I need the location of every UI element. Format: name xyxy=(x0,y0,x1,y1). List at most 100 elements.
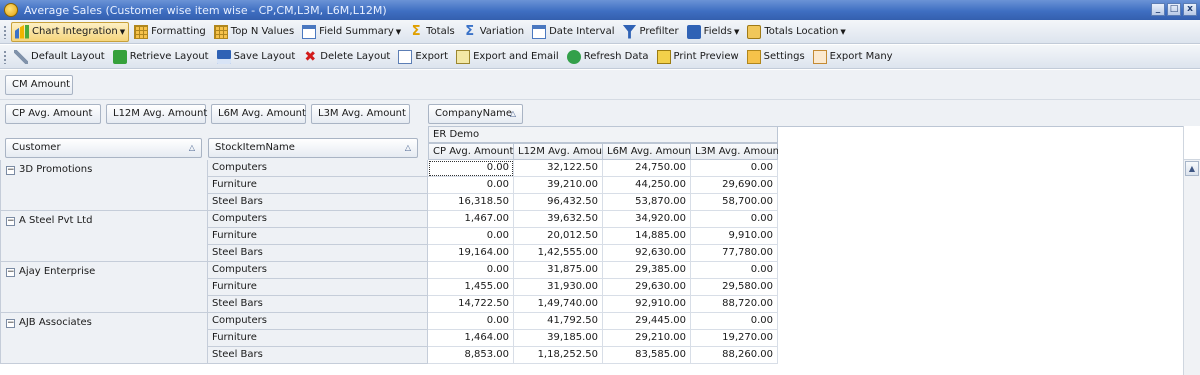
value-cell[interactable]: 0.00 xyxy=(428,160,514,177)
stock-item-cell[interactable]: Computers xyxy=(208,262,428,279)
stock-item-cell[interactable]: Steel Bars xyxy=(208,245,428,262)
value-cell[interactable]: 39,210.00 xyxy=(514,177,603,194)
value-cell[interactable]: 24,750.00 xyxy=(603,160,691,177)
value-cell[interactable]: 34,920.00 xyxy=(603,211,691,228)
row-field-customer[interactable]: Customer △ xyxy=(5,138,202,158)
data-field-l12m-avg[interactable]: L12M Avg. Amount xyxy=(106,104,207,124)
stock-item-cell[interactable]: Furniture xyxy=(208,279,428,296)
value-cell[interactable]: 1,464.00 xyxy=(428,330,514,347)
value-cell[interactable]: 0.00 xyxy=(691,160,778,177)
value-cell[interactable]: 44,250.00 xyxy=(603,177,691,194)
value-cell[interactable]: 1,49,740.00 xyxy=(514,296,603,313)
value-cell[interactable]: 29,445.00 xyxy=(603,313,691,330)
stock-item-cell[interactable]: Steel Bars xyxy=(208,194,428,211)
print-preview-button[interactable]: Print Preview xyxy=(654,47,742,67)
stock-item-cell[interactable]: Steel Bars xyxy=(208,296,428,313)
customer-cell[interactable]: − A Steel Pvt Ltd xyxy=(0,211,208,262)
value-cell[interactable]: 0.00 xyxy=(428,177,514,194)
stock-item-cell[interactable]: Furniture xyxy=(208,228,428,245)
value-cell[interactable]: 9,910.00 xyxy=(691,228,778,245)
close-button[interactable]: x xyxy=(1183,3,1197,16)
company-column-header[interactable]: ER Demo xyxy=(428,126,778,143)
settings-button[interactable]: Settings xyxy=(744,47,808,67)
refresh-data-button[interactable]: Refresh Data xyxy=(564,47,652,67)
value-cell[interactable]: 88,720.00 xyxy=(691,296,778,313)
value-cell[interactable]: 39,185.00 xyxy=(514,330,603,347)
value-cell[interactable]: 0.00 xyxy=(428,313,514,330)
filter-field-cm-amount[interactable]: CM Amount xyxy=(5,75,73,95)
row-field-stockitemname[interactable]: StockItemName △ xyxy=(208,138,418,158)
value-cell[interactable]: 92,910.00 xyxy=(603,296,691,313)
value-header-cp-avg[interactable]: CP Avg. Amount xyxy=(428,143,514,160)
stock-item-cell[interactable]: Furniture xyxy=(208,177,428,194)
value-cell[interactable]: 0.00 xyxy=(691,313,778,330)
value-cell[interactable]: 14,885.00 xyxy=(603,228,691,245)
value-cell[interactable]: 1,18,252.50 xyxy=(514,347,603,364)
value-cell[interactable]: 88,260.00 xyxy=(691,347,778,364)
column-field-companyname[interactable]: CompanyName △ xyxy=(428,104,523,124)
date-interval-button[interactable]: Date Interval xyxy=(529,22,617,42)
stock-item-cell[interactable]: Computers xyxy=(208,160,428,177)
customer-cell[interactable]: − AJB Associates xyxy=(0,313,208,364)
value-cell[interactable]: 77,780.00 xyxy=(691,245,778,262)
stock-item-cell[interactable]: Furniture xyxy=(208,330,428,347)
value-cell[interactable]: 29,385.00 xyxy=(603,262,691,279)
value-cell[interactable]: 32,122.50 xyxy=(514,160,603,177)
export-and-email-button[interactable]: Export and Email xyxy=(453,47,562,67)
toolbar-grip[interactable] xyxy=(3,49,7,64)
data-field-cp-avg[interactable]: CP Avg. Amount xyxy=(5,104,101,124)
value-cell[interactable]: 0.00 xyxy=(691,211,778,228)
stock-item-cell[interactable]: Computers xyxy=(208,211,428,228)
value-cell[interactable]: 1,467.00 xyxy=(428,211,514,228)
value-cell[interactable]: 19,270.00 xyxy=(691,330,778,347)
scroll-up-icon[interactable]: ▲ xyxy=(1185,161,1199,176)
collapse-icon[interactable]: − xyxy=(6,268,15,277)
value-cell[interactable]: 96,432.50 xyxy=(514,194,603,211)
minimize-button[interactable]: _ xyxy=(1151,3,1165,16)
value-cell[interactable]: 14,722.50 xyxy=(428,296,514,313)
export-many-button[interactable]: Export Many xyxy=(810,47,896,67)
stock-item-cell[interactable]: Computers xyxy=(208,313,428,330)
prefilter-button[interactable]: Prefilter xyxy=(620,22,682,42)
value-cell[interactable]: 0.00 xyxy=(428,228,514,245)
customer-cell[interactable]: − Ajay Enterprise xyxy=(0,262,208,313)
value-cell[interactable]: 0.00 xyxy=(428,262,514,279)
save-layout-button[interactable]: Save Layout xyxy=(214,47,299,67)
value-cell[interactable]: 58,700.00 xyxy=(691,194,778,211)
data-field-l6m-avg[interactable]: L6M Avg. Amount xyxy=(211,104,306,124)
formatting-button[interactable]: Formatting xyxy=(131,22,209,42)
totals-location-button[interactable]: Totals Location ▼ xyxy=(744,22,848,42)
value-cell[interactable]: 0.00 xyxy=(691,262,778,279)
value-cell[interactable]: 83,585.00 xyxy=(603,347,691,364)
variation-button[interactable]: Σ Variation xyxy=(460,22,527,42)
collapse-icon[interactable]: − xyxy=(6,217,15,226)
customer-cell[interactable]: −3D Promotions xyxy=(0,160,208,211)
value-header-l6m-avg[interactable]: L6M Avg. Amount xyxy=(603,143,695,160)
vertical-scrollbar[interactable]: ▲ xyxy=(1183,126,1200,375)
collapse-icon[interactable]: − xyxy=(6,166,15,175)
totals-button[interactable]: Σ Totals xyxy=(406,22,458,42)
value-cell[interactable]: 16,318.50 xyxy=(428,194,514,211)
value-cell[interactable]: 1,42,555.00 xyxy=(514,245,603,262)
value-cell[interactable]: 39,632.50 xyxy=(514,211,603,228)
maximize-button[interactable]: □ xyxy=(1167,3,1181,16)
value-cell[interactable]: 53,870.00 xyxy=(603,194,691,211)
value-cell[interactable]: 8,853.00 xyxy=(428,347,514,364)
value-cell[interactable]: 20,012.50 xyxy=(514,228,603,245)
stock-item-cell[interactable]: Steel Bars xyxy=(208,347,428,364)
default-layout-button[interactable]: Default Layout xyxy=(11,47,108,67)
value-cell[interactable]: 29,210.00 xyxy=(603,330,691,347)
value-cell[interactable]: 41,792.50 xyxy=(514,313,603,330)
fields-button[interactable]: Fields ▼ xyxy=(684,22,743,42)
value-cell[interactable]: 29,580.00 xyxy=(691,279,778,296)
delete-layout-button[interactable]: ✖ Delete Layout xyxy=(300,47,393,67)
value-cell[interactable]: 31,930.00 xyxy=(514,279,603,296)
value-cell[interactable]: 31,875.00 xyxy=(514,262,603,279)
retrieve-layout-button[interactable]: Retrieve Layout xyxy=(110,47,212,67)
chart-integration-button[interactable]: Chart Integration ▼ xyxy=(11,21,130,42)
field-summary-button[interactable]: Field Summary ▼ xyxy=(299,22,404,42)
value-cell[interactable]: 19,164.00 xyxy=(428,245,514,262)
data-field-l3m-avg[interactable]: L3M Avg. Amount xyxy=(311,104,410,124)
value-cell[interactable]: 29,630.00 xyxy=(603,279,691,296)
collapse-icon[interactable]: − xyxy=(6,319,15,328)
